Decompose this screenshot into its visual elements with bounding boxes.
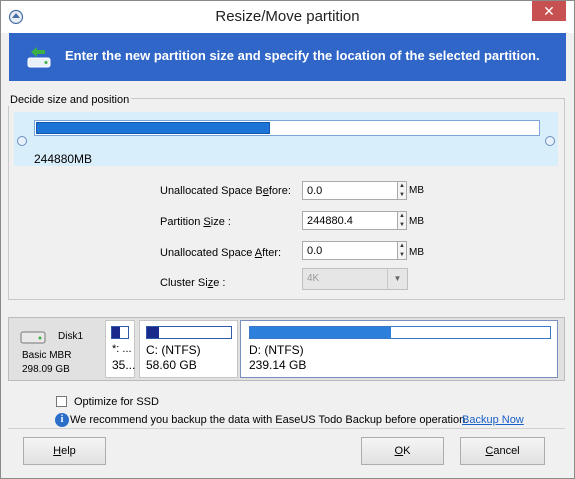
window-title: Resize/Move partition: [215, 8, 360, 25]
partition-slider[interactable]: [34, 120, 540, 136]
backup-now-link[interactable]: Backup Now: [462, 414, 524, 426]
banner-text: Enter the new partition size and specify…: [65, 48, 540, 63]
close-button[interactable]: ✕: [532, 1, 566, 21]
partition-slider-fill[interactable]: [36, 122, 271, 134]
partition-size: 58.60 GB: [146, 358, 197, 372]
partition-size-spinner[interactable]: ▲ ▼: [397, 211, 407, 230]
group-legend: Decide size and position: [8, 94, 132, 106]
partition-card-c[interactable]: C: (NTFS) 58.60 GB: [139, 320, 238, 378]
partition-label: C: (NTFS): [146, 343, 201, 357]
partition-resize-icon: [27, 47, 51, 68]
chevron-down-icon[interactable]: ▼: [387, 269, 407, 289]
optimize-ssd-label[interactable]: Optimize for SSD: [74, 396, 159, 408]
partition-label: D: (NTFS): [249, 343, 304, 357]
partition-size-field-label: Partition Size :: [160, 216, 231, 228]
title-bar: Resize/Move partition ✕: [1, 1, 574, 33]
partition-usage-bar: [146, 326, 232, 339]
help-button[interactable]: Help: [23, 437, 106, 465]
partition-usage-bar: [111, 326, 129, 339]
partition-label: *: ...: [112, 343, 132, 355]
partition-size-label: 244880MB: [34, 152, 93, 166]
partition-size-input[interactable]: [302, 211, 398, 230]
disk-type: Basic MBR: [22, 350, 72, 361]
unit-mb-before: MB: [409, 185, 424, 196]
ok-button[interactable]: OK: [361, 437, 444, 465]
disk-name: Disk1: [58, 331, 84, 342]
cluster-size-label: Cluster Size :: [160, 277, 226, 289]
cluster-size-value: 4K: [307, 273, 320, 284]
info-icon: i: [55, 413, 69, 427]
hard-disk-icon: [20, 331, 46, 344]
disk-info: Disk1 Basic MBR 298.09 GB: [14, 321, 100, 377]
cluster-size-select[interactable]: 4K ▼: [302, 268, 408, 290]
optimize-ssd-checkbox[interactable]: [56, 396, 67, 407]
partition-usage-bar: [249, 326, 551, 339]
partition-card-d[interactable]: D: (NTFS) 239.14 GB: [240, 320, 558, 378]
unallocated-after-spinner[interactable]: ▲ ▼: [397, 241, 407, 260]
partition-size: 239.14 GB: [249, 358, 307, 372]
unallocated-before-label: Unallocated Space Before:: [160, 185, 291, 197]
recommendation-text: We recommend you backup the data with Ea…: [70, 414, 469, 426]
cancel-button[interactable]: Cancel: [460, 437, 545, 465]
partition-card-system[interactable]: *: ... 35...: [105, 320, 135, 378]
right-resize-handle[interactable]: [545, 136, 555, 146]
unallocated-before-input[interactable]: [302, 181, 398, 200]
left-resize-handle[interactable]: [17, 136, 27, 146]
unit-mb-after: MB: [409, 247, 424, 258]
header-banner: Enter the new partition size and specify…: [9, 33, 566, 81]
unallocated-after-input[interactable]: [302, 241, 398, 260]
partition-size: 35...: [112, 358, 136, 372]
unit-mb-size: MB: [409, 216, 424, 227]
unallocated-after-label: Unallocated Space After:: [160, 247, 282, 259]
disk-size: 298.09 GB: [22, 364, 70, 375]
unallocated-before-spinner[interactable]: ▲ ▼: [397, 181, 407, 200]
